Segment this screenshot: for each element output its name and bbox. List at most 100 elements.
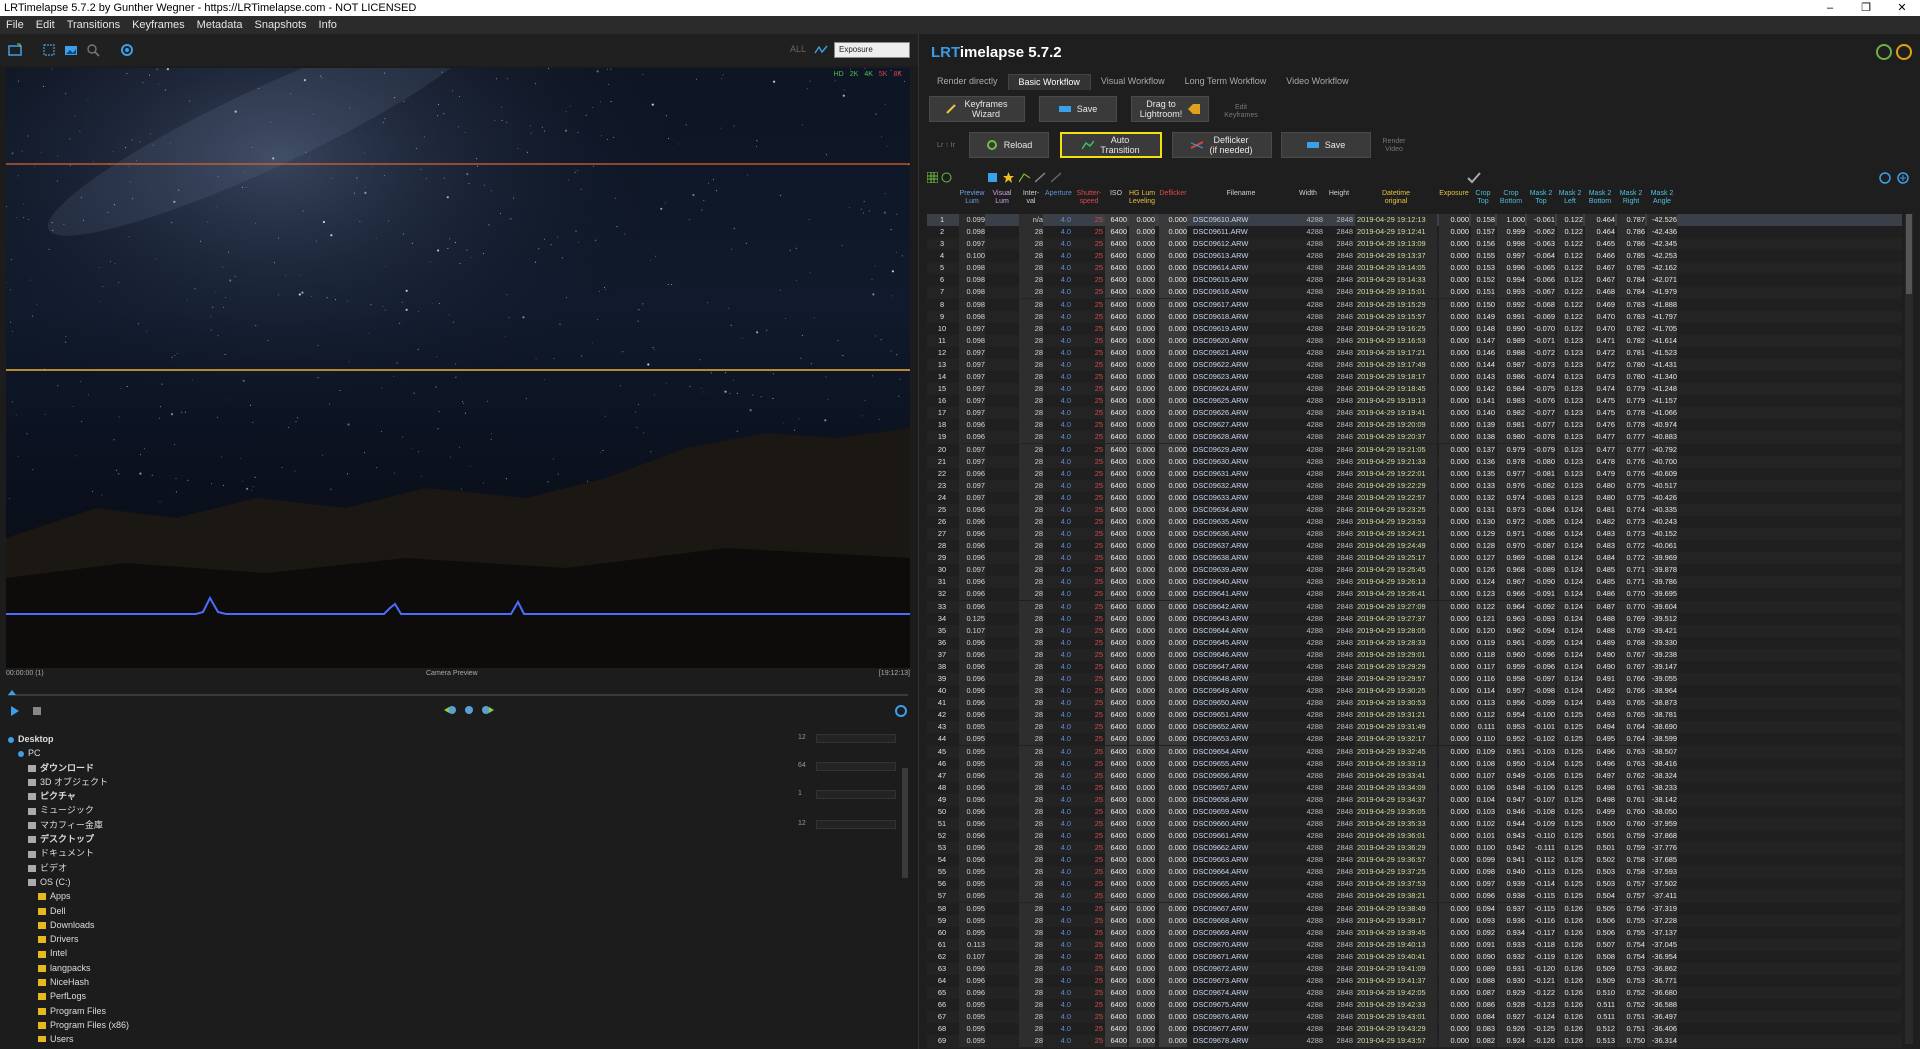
table-scrollbar[interactable] (1905, 214, 1913, 1044)
save-button-1[interactable]: Save (1039, 96, 1117, 122)
table-row[interactable]: 52 0.096 28 4.0 25 6400 0.000 0.000 DSC09661.ARW… (927, 830, 1902, 843)
table-row[interactable]: 42 0.096 28 4.0 25 6400 0.000 0.000 DSC09651.ARW… (927, 709, 1902, 722)
tab-long-term-workflow[interactable]: Long Term Workflow (1175, 74, 1277, 90)
tree-scrollbar[interactable] (902, 768, 908, 878)
table-row[interactable]: 40 0.096 28 4.0 25 6400 0.000 0.000 DSC09649.ARW… (927, 685, 1902, 698)
menu-edit[interactable]: Edit (36, 16, 55, 34)
table-row[interactable]: 1 0.099 n/a 4.0 25 6400 0.000 0.000 DSC09610.ARW… (927, 214, 1902, 227)
table-row[interactable]: 34 0.125 28 4.0 25 6400 0.000 0.000 DSC09643.ARW… (927, 612, 1902, 625)
tree-node[interactable]: 3D オブジェクト (8, 775, 798, 789)
reload-button[interactable]: Reload (969, 132, 1049, 158)
tab-visual-workflow[interactable]: Visual Workflow (1091, 74, 1175, 90)
menu-snapshots[interactable]: Snapshots (255, 16, 307, 34)
tree-node[interactable]: Drivers (8, 932, 798, 946)
table-row[interactable]: 20 0.097 28 4.0 25 6400 0.000 0.000 DSC09629.ARW… (927, 443, 1902, 456)
table-row[interactable]: 44 0.095 28 4.0 25 6400 0.000 0.000 DSC09653.ARW… (927, 733, 1902, 746)
tree-node[interactable]: PC (8, 746, 798, 760)
license-icon[interactable] (1896, 44, 1912, 60)
tree-node[interactable]: デスクトップ (8, 832, 798, 846)
menu-metadata[interactable]: Metadata (197, 16, 243, 34)
table-row[interactable]: 15 0.097 28 4.0 25 6400 0.000 0.000 DSC09624.ARW… (927, 383, 1902, 396)
all-toggle[interactable]: ALL (790, 44, 806, 54)
table-row[interactable]: 56 0.095 28 4.0 25 6400 0.000 0.000 DSC09665.ARW… (927, 878, 1902, 891)
table-row[interactable]: 14 0.097 28 4.0 25 6400 0.000 0.000 DSC09623.ARW… (927, 371, 1902, 384)
table-row[interactable]: 66 0.095 28 4.0 25 6400 0.000 0.000 DSC09675.ARW… (927, 999, 1902, 1012)
keyframes-wizard-button[interactable]: Keyframes Wizard (929, 96, 1025, 122)
table-row[interactable]: 59 0.095 28 4.0 25 6400 0.000 0.000 DSC09668.ARW… (927, 914, 1902, 927)
table-row[interactable]: 26 0.096 28 4.0 25 6400 0.000 0.000 DSC09635.ARW… (927, 516, 1902, 529)
table-row[interactable]: 55 0.095 28 4.0 25 6400 0.000 0.000 DSC09664.ARW… (927, 866, 1902, 879)
table-row[interactable]: 13 0.097 28 4.0 25 6400 0.000 0.000 DSC09622.ARW… (927, 358, 1902, 372)
table-row[interactable]: 12 0.097 28 4.0 25 6400 0.000 0.000 DSC09621.ARW… (927, 346, 1902, 359)
metric-select[interactable]: Exposure (834, 42, 910, 58)
tree-node[interactable]: Dell (8, 904, 798, 918)
table-row[interactable]: 10 0.097 28 4.0 25 6400 0.000 0.000 DSC09619.ARW… (927, 322, 1902, 335)
table-row[interactable]: 27 0.096 28 4.0 25 6400 0.000 0.000 DSC09636.ARW… (927, 528, 1902, 541)
table-row[interactable]: 61 0.113 28 4.0 25 6400 0.000 0.000 DSC09670.ARW… (927, 938, 1902, 951)
table-row[interactable]: 17 0.097 28 4.0 25 6400 0.000 0.000 DSC09626.ARW… (927, 407, 1902, 420)
table-row[interactable]: 23 0.097 28 4.0 25 6400 0.000 0.000 DSC09632.ARW… (927, 479, 1902, 492)
table-row[interactable]: 32 0.096 28 4.0 25 6400 0.000 0.000 DSC09641.ARW… (927, 588, 1902, 601)
playhead-icon[interactable] (8, 690, 16, 695)
column-header[interactable]: Shutter- speed (1075, 190, 1103, 206)
table-row[interactable]: 8 0.098 28 4.0 25 6400 0.000 0.000 DSC09617.ARW 4… (927, 298, 1902, 311)
table-row[interactable]: 25 0.096 28 4.0 25 6400 0.000 0.000 DSC09634.ARW… (927, 503, 1902, 516)
column-header[interactable]: Crop Bottom (1497, 190, 1525, 206)
table-row[interactable]: 38 0.096 28 4.0 25 6400 0.000 0.000 DSC09647.ARW… (927, 660, 1902, 674)
table-row[interactable]: 69 0.095 28 4.0 25 6400 0.000 0.000 DSC09678.ARW… (927, 1035, 1902, 1048)
column-header[interactable]: Mask 2 Bottom (1585, 190, 1615, 206)
star-icon[interactable] (1003, 172, 1014, 183)
table-row[interactable]: 16 0.097 28 4.0 25 6400 0.000 0.000 DSC09625.ARW… (927, 395, 1902, 408)
tree-node[interactable]: PerfLogs (8, 989, 798, 1003)
column-header[interactable]: Mask 2 Right (1617, 190, 1645, 206)
table-row[interactable]: 68 0.095 28 4.0 25 6400 0.000 0.000 DSC09677.ARW… (927, 1023, 1902, 1036)
table-row[interactable]: 33 0.096 28 4.0 25 6400 0.000 0.000 DSC09642.ARW… (927, 600, 1902, 613)
thumb-strip-2[interactable] (816, 762, 896, 771)
tree-node[interactable]: NiceHash (8, 975, 798, 989)
render-video-label[interactable]: Render Video (1379, 138, 1409, 154)
add-column-icon[interactable] (1879, 172, 1891, 184)
drag-to-lightroom-button[interactable]: Drag to Lightroom! (1131, 96, 1209, 122)
tree-node[interactable]: Desktop (8, 732, 798, 746)
table-row[interactable]: 41 0.096 28 4.0 25 6400 0.000 0.000 DSC09650.ARW… (927, 697, 1902, 710)
menu-file[interactable]: File (6, 16, 24, 34)
table-row[interactable]: 11 0.098 28 4.0 25 6400 0.000 0.000 DSC09620.ARW… (927, 334, 1902, 347)
table-row[interactable]: 31 0.096 28 4.0 25 6400 0.000 0.000 DSC09640.ARW… (927, 576, 1902, 589)
grid-icon[interactable] (927, 172, 938, 183)
deflicker-button[interactable]: Deflicker (if needed) (1172, 132, 1272, 158)
table-row[interactable]: 62 0.107 28 4.0 25 6400 0.000 0.000 DSC09671.ARW… (927, 950, 1902, 963)
column-header[interactable]: Mask 2 Angle (1647, 190, 1677, 206)
thumb-strip-3[interactable] (816, 790, 896, 799)
table-row[interactable]: 45 0.095 28 4.0 25 6400 0.000 0.000 DSC09654.ARW… (927, 745, 1902, 758)
table-row[interactable]: 3 0.097 28 4.0 25 6400 0.000 0.000 DSC09612.ARW 4… (927, 238, 1902, 251)
table-row[interactable]: 24 0.097 28 4.0 25 6400 0.000 0.000 DSC09633.ARW… (927, 491, 1902, 504)
save-button-2[interactable]: Save (1281, 132, 1371, 158)
column-header[interactable]: Filename (1191, 190, 1291, 198)
note-icon[interactable] (987, 172, 998, 183)
tree-node[interactable]: Users (8, 1032, 798, 1042)
table-row[interactable]: 18 0.096 28 4.0 25 6400 0.000 0.000 DSC09627.ARW… (927, 419, 1902, 432)
column-header[interactable]: Crop Top (1471, 190, 1495, 206)
close-button[interactable]: ✕ (1884, 0, 1920, 16)
tab-video-workflow[interactable]: Video Workflow (1276, 74, 1358, 90)
auto-transition-button[interactable]: Auto Transition (1060, 132, 1162, 158)
tree-node[interactable]: ドキュメント (8, 846, 798, 860)
wand-tool-icon-2[interactable] (1051, 172, 1062, 183)
thumb-strip-4[interactable] (816, 820, 896, 829)
tree-node[interactable]: ミュージック (8, 803, 798, 817)
table-row[interactable]: 60 0.095 28 4.0 25 6400 0.000 0.000 DSC09669.ARW… (927, 926, 1902, 939)
table-row[interactable]: 51 0.096 28 4.0 25 6400 0.000 0.000 DSC09660.ARW… (927, 818, 1902, 831)
tree-node[interactable]: langpacks (8, 961, 798, 975)
table-row[interactable]: 39 0.096 28 4.0 25 6400 0.000 0.000 DSC09648.ARW… (927, 673, 1902, 686)
tree-node[interactable]: OS (C:) (8, 875, 798, 889)
table-row[interactable]: 43 0.095 28 4.0 25 6400 0.000 0.000 DSC09652.ARW… (927, 721, 1902, 734)
timeline-scrubber[interactable] (8, 690, 908, 696)
table-row[interactable]: 29 0.096 28 4.0 25 6400 0.000 0.000 DSC09638.ARW… (927, 552, 1902, 565)
table-row[interactable]: 67 0.095 28 4.0 25 6400 0.000 0.000 DSC09676.ARW… (927, 1011, 1902, 1024)
tree-node[interactable]: Downloads (8, 918, 798, 932)
column-header[interactable]: Mask 2 Top (1527, 190, 1555, 206)
menu-keyframes[interactable]: Keyframes (132, 16, 185, 34)
table-row[interactable]: 6 0.098 28 4.0 25 6400 0.000 0.000 DSC09615.ARW 4… (927, 274, 1902, 287)
column-header[interactable]: Preview Lum (959, 190, 985, 206)
prev-keyframe-icon[interactable] (444, 704, 458, 716)
